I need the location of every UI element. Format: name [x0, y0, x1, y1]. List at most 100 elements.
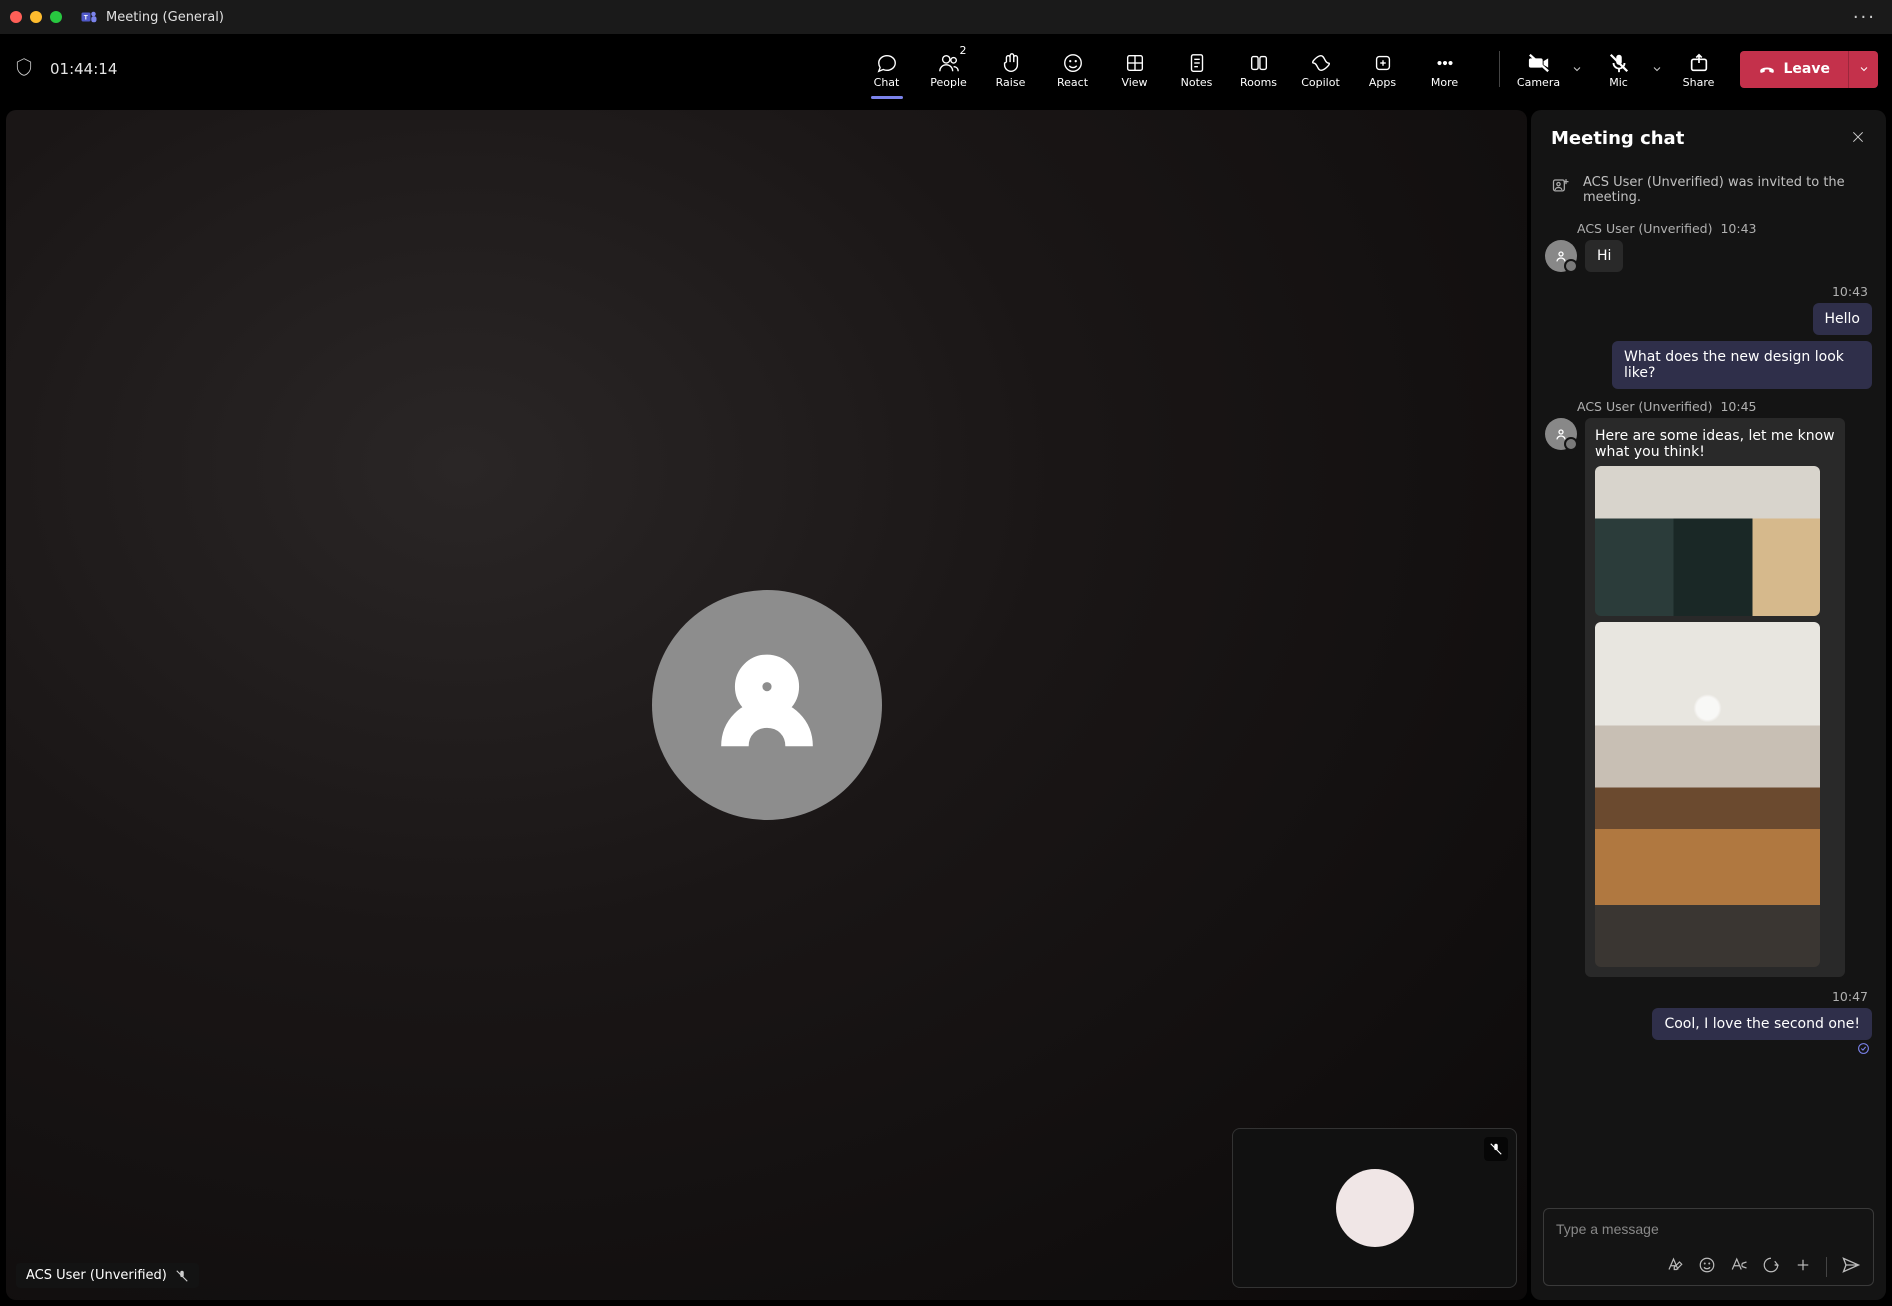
apps-button[interactable]: Apps	[1353, 40, 1413, 98]
image-attachment[interactable]	[1595, 622, 1820, 967]
message-input[interactable]	[1556, 1219, 1861, 1249]
self-video-thumbnail[interactable]	[1232, 1128, 1517, 1288]
more-icon	[1434, 50, 1456, 76]
plus-icon	[1794, 1256, 1812, 1274]
people-button[interactable]: 2 People	[919, 40, 979, 98]
raise-hand-button[interactable]: Raise	[981, 40, 1041, 98]
rooms-button[interactable]: Rooms	[1229, 40, 1289, 98]
send-icon	[1841, 1255, 1861, 1275]
participant-name-tag: ACS User (Unverified)	[16, 1263, 199, 1288]
read-receipt-icon	[1857, 1042, 1870, 1059]
mic-button[interactable]: Mic	[1592, 40, 1646, 98]
share-label: Share	[1683, 76, 1715, 89]
chevron-down-icon	[1651, 63, 1663, 75]
video-stage: ACS User (Unverified)	[6, 110, 1527, 1300]
view-button[interactable]: View	[1105, 40, 1165, 98]
titlebar-more-button[interactable]: ···	[1847, 7, 1882, 28]
apps-icon	[1372, 50, 1394, 76]
rooms-label: Rooms	[1240, 76, 1277, 89]
share-icon	[1688, 50, 1710, 76]
message-sender: ACS User (Unverified)	[1577, 221, 1712, 236]
send-button[interactable]	[1841, 1255, 1861, 1279]
leave-label: Leave	[1784, 61, 1830, 77]
person-add-icon	[1551, 175, 1571, 205]
titlebar: T Meeting (General) ···	[0, 0, 1892, 34]
teams-app-icon: T	[80, 8, 98, 26]
chat-message-mine: 10:47 Cool, I love the second one!	[1545, 989, 1872, 1059]
chat-icon	[876, 50, 898, 76]
self-mic-muted-indicator	[1484, 1137, 1508, 1161]
emoji-button[interactable]	[1698, 1256, 1716, 1278]
message-time: 10:43	[1720, 221, 1756, 236]
camera-options-chevron[interactable]	[1566, 40, 1588, 98]
giphy-button[interactable]	[1730, 1256, 1748, 1278]
person-icon	[1553, 248, 1569, 264]
compose-divider	[1826, 1257, 1827, 1277]
close-icon	[1850, 129, 1866, 145]
system-message: ACS User (Unverified) was invited to the…	[1545, 167, 1872, 221]
camera-label: Camera	[1517, 76, 1560, 89]
leave-options-chevron[interactable]	[1848, 51, 1878, 88]
view-label: View	[1121, 76, 1147, 89]
raise-label: Raise	[996, 76, 1026, 89]
mic-off-icon	[175, 1269, 189, 1283]
people-icon	[938, 50, 960, 76]
loop-button[interactable]	[1762, 1256, 1780, 1278]
close-chat-button[interactable]	[1850, 129, 1866, 149]
meeting-timer: 01:44:14	[50, 60, 117, 78]
message-time: 10:43	[1832, 284, 1872, 299]
message-bubble[interactable]: Cool, I love the second one!	[1652, 1008, 1872, 1040]
notes-icon	[1186, 50, 1208, 76]
share-button[interactable]: Share	[1672, 40, 1726, 98]
message-bubble[interactable]: Here are some ideas, let me know what yo…	[1585, 418, 1845, 977]
meeting-chat-panel: Meeting chat ACS User (Unverified) was i…	[1531, 110, 1886, 1300]
chat-panel-title: Meeting chat	[1551, 128, 1684, 149]
notes-label: Notes	[1181, 76, 1213, 89]
chevron-down-icon	[1858, 63, 1870, 75]
chat-message: ACS User (Unverified) 10:45 Here are som…	[1545, 399, 1872, 977]
participant-avatar	[652, 590, 882, 820]
close-window-button[interactable]	[10, 11, 22, 23]
notes-button[interactable]: Notes	[1167, 40, 1227, 98]
chat-message-mine: 10:43 Hello What does the new design loo…	[1545, 284, 1872, 389]
message-bubble[interactable]: Hello	[1813, 303, 1873, 335]
chat-button[interactable]: Chat	[857, 40, 917, 98]
people-count-badge: 2	[960, 44, 967, 57]
system-message-text: ACS User (Unverified) was invited to the…	[1583, 175, 1866, 205]
rooms-icon	[1248, 50, 1270, 76]
sender-avatar	[1545, 418, 1577, 450]
view-icon	[1124, 50, 1146, 76]
copilot-button[interactable]: Copilot	[1291, 40, 1351, 98]
chat-label: Chat	[874, 76, 900, 89]
format-button[interactable]	[1666, 1256, 1684, 1278]
leave-button[interactable]: Leave	[1740, 51, 1848, 88]
message-time: 10:45	[1720, 399, 1756, 414]
sender-avatar	[1545, 240, 1577, 272]
participant-name-label: ACS User (Unverified)	[26, 1268, 167, 1283]
more-button[interactable]: More	[1415, 40, 1475, 98]
message-sender: ACS User (Unverified)	[1577, 399, 1712, 414]
camera-button[interactable]: Camera	[1512, 40, 1566, 98]
mic-off-icon	[1608, 50, 1630, 76]
image-attachment[interactable]	[1595, 466, 1820, 616]
message-bubble[interactable]: Hi	[1585, 240, 1623, 272]
react-label: React	[1057, 76, 1088, 89]
copilot-label: Copilot	[1301, 76, 1340, 89]
attach-button[interactable]	[1794, 1256, 1812, 1278]
message-time: 10:47	[1832, 989, 1872, 1004]
apps-label: Apps	[1369, 76, 1396, 89]
meeting-toolbar: 01:44:14 Chat 2 People Raise React View …	[0, 34, 1892, 104]
toolbar-divider	[1499, 51, 1500, 87]
maximize-window-button[interactable]	[50, 11, 62, 23]
chevron-down-icon	[1571, 63, 1583, 75]
message-bubble[interactable]: What does the new design look like?	[1612, 341, 1872, 389]
react-button[interactable]: React	[1043, 40, 1103, 98]
people-label: People	[930, 76, 967, 89]
shield-icon[interactable]	[14, 57, 34, 81]
giphy-icon	[1730, 1256, 1748, 1274]
mic-options-chevron[interactable]	[1646, 40, 1668, 98]
person-icon	[712, 650, 822, 760]
raise-hand-icon	[1000, 50, 1022, 76]
minimize-window-button[interactable]	[30, 11, 42, 23]
window-controls	[10, 11, 62, 23]
